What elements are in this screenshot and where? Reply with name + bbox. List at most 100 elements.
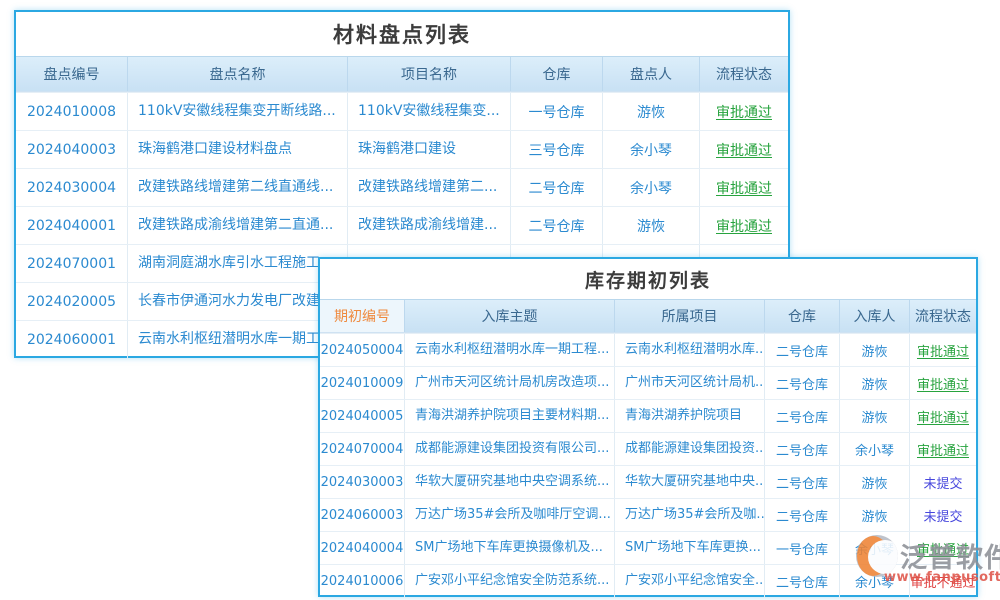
cell-inbound-subject[interactable]: 青海洪湖养护院项目主要材料期... bbox=[404, 400, 614, 432]
cell-warehouse: 二号仓库 bbox=[510, 169, 602, 206]
material-inventory-title: 材料盘点列表 bbox=[16, 12, 788, 56]
column-header-opening-id: 期初编号 bbox=[320, 300, 404, 332]
cell-inventory-id[interactable]: 2024040001 bbox=[16, 207, 127, 244]
cell-owning-project[interactable]: 广安邓小平纪念馆安全... bbox=[614, 565, 764, 597]
cell-owning-project[interactable]: 广州市天河区统计局机... bbox=[614, 367, 764, 399]
cell-opening-id[interactable]: 2024040004 bbox=[320, 532, 404, 564]
table-row[interactable]: 2024050004 云南水利枢纽潜明水库一期工程... 云南水利枢纽潜明水库.… bbox=[320, 333, 976, 366]
column-header-inbound-subject: 入库主题 bbox=[404, 300, 614, 332]
cell-inventory-person: 游恢 bbox=[602, 207, 699, 244]
cell-project-name[interactable]: 改建铁路成渝线增建... bbox=[347, 207, 510, 244]
column-header-flow-status: 流程状态 bbox=[699, 57, 788, 91]
cell-inventory-id[interactable]: 2024060001 bbox=[16, 321, 127, 358]
cell-inventory-name[interactable]: 110kV安徽线程集变开断线路... bbox=[127, 93, 347, 130]
cell-inventory-id[interactable]: 2024020005 bbox=[16, 283, 127, 320]
cell-inventory-id[interactable]: 2024010008 bbox=[16, 93, 127, 130]
cell-flow-status[interactable]: 审批通过 bbox=[699, 131, 788, 168]
cell-project-name[interactable]: 110kV安徽线程集变... bbox=[347, 93, 510, 130]
cell-opening-id[interactable]: 2024050004 bbox=[320, 334, 404, 366]
cell-inbound-person: 游恢 bbox=[839, 466, 909, 498]
column-header-project-name: 项目名称 bbox=[347, 57, 510, 91]
cell-flow-status[interactable]: 未提交 bbox=[909, 499, 976, 531]
cell-inbound-subject[interactable]: 广安邓小平纪念馆安全防范系统... bbox=[404, 565, 614, 597]
stock-opening-header-row: 期初编号 入库主题 所属项目 仓库 入库人 流程状态 bbox=[320, 299, 976, 333]
cell-owning-project[interactable]: SM广场地下车库更换... bbox=[614, 532, 764, 564]
cell-inventory-id[interactable]: 2024030004 bbox=[16, 169, 127, 206]
cell-inventory-name[interactable]: 改建铁路成渝线增建第二直通... bbox=[127, 207, 347, 244]
cell-owning-project[interactable]: 云南水利枢纽潜明水库... bbox=[614, 334, 764, 366]
column-header-warehouse: 仓库 bbox=[764, 300, 839, 332]
cell-project-name[interactable]: 改建铁路线增建第二... bbox=[347, 169, 510, 206]
stock-opening-title: 库存期初列表 bbox=[320, 259, 976, 299]
cell-inbound-subject[interactable]: 华软大厦研究基地中央空调系统... bbox=[404, 466, 614, 498]
table-row[interactable]: 2024060003 万达广场35#会所及咖啡厅空调... 万达广场35#会所及… bbox=[320, 498, 976, 531]
table-row[interactable]: 2024040003 珠海鹤港口建设材料盘点 珠海鹤港口建设 三号仓库 余小琴 … bbox=[16, 130, 788, 168]
column-header-warehouse: 仓库 bbox=[510, 57, 602, 91]
cell-warehouse: 二号仓库 bbox=[510, 207, 602, 244]
cell-inbound-subject[interactable]: 广州市天河区统计局机房改造项... bbox=[404, 367, 614, 399]
cell-warehouse: 二号仓库 bbox=[764, 433, 839, 465]
cell-flow-status[interactable]: 审批通过 bbox=[909, 433, 976, 465]
cell-inventory-name[interactable]: 珠海鹤港口建设材料盘点 bbox=[127, 131, 347, 168]
column-header-inbound-person: 入库人 bbox=[839, 300, 909, 332]
cell-inbound-subject[interactable]: SM广场地下车库更换摄像机及... bbox=[404, 532, 614, 564]
cell-inventory-id[interactable]: 2024040003 bbox=[16, 131, 127, 168]
cell-owning-project[interactable]: 青海洪湖养护院项目 bbox=[614, 400, 764, 432]
cell-inventory-person: 余小琴 bbox=[602, 169, 699, 206]
cell-opening-id[interactable]: 2024010006 bbox=[320, 565, 404, 597]
table-row[interactable]: 2024040005 青海洪湖养护院项目主要材料期... 青海洪湖养护院项目 二… bbox=[320, 399, 976, 432]
cell-inventory-name[interactable]: 湖南洞庭湖水库引水工程施工... bbox=[127, 245, 347, 282]
cell-inventory-id[interactable]: 2024070001 bbox=[16, 245, 127, 282]
cell-opening-id[interactable]: 2024060003 bbox=[320, 499, 404, 531]
cell-flow-status[interactable]: 未提交 bbox=[909, 466, 976, 498]
table-row[interactable]: 2024010009 广州市天河区统计局机房改造项... 广州市天河区统计局机.… bbox=[320, 366, 976, 399]
cell-inbound-person: 游恢 bbox=[839, 499, 909, 531]
cell-warehouse: 二号仓库 bbox=[764, 565, 839, 597]
cell-inventory-person: 游恢 bbox=[602, 93, 699, 130]
fanpu-watermark: 泛普软件 www.fanpusoft.com bbox=[856, 532, 1000, 594]
cell-flow-status[interactable]: 审批通过 bbox=[909, 367, 976, 399]
cell-flow-status[interactable]: 审批通过 bbox=[699, 207, 788, 244]
cell-inbound-person: 游恢 bbox=[839, 367, 909, 399]
cell-warehouse: 二号仓库 bbox=[764, 367, 839, 399]
cell-flow-status[interactable]: 审批通过 bbox=[909, 334, 976, 366]
cell-inbound-person: 游恢 bbox=[839, 334, 909, 366]
cell-project-name[interactable]: 珠海鹤港口建设 bbox=[347, 131, 510, 168]
watermark-url-text: www.fanpusoft.com bbox=[884, 570, 1000, 585]
column-header-owning-project: 所属项目 bbox=[614, 300, 764, 332]
cell-warehouse: 二号仓库 bbox=[764, 466, 839, 498]
cell-opening-id[interactable]: 2024040005 bbox=[320, 400, 404, 432]
cell-inbound-subject[interactable]: 万达广场35#会所及咖啡厅空调... bbox=[404, 499, 614, 531]
cell-warehouse: 三号仓库 bbox=[510, 131, 602, 168]
page-canvas: 材料盘点列表 盘点编号 盘点名称 项目名称 仓库 盘点人 流程状态 202401… bbox=[0, 0, 1000, 600]
cell-flow-status[interactable]: 审批通过 bbox=[909, 400, 976, 432]
column-header-inventory-person: 盘点人 bbox=[602, 57, 699, 91]
table-row[interactable]: 2024030004 改建铁路线增建第二线直通线... 改建铁路线增建第二...… bbox=[16, 168, 788, 206]
table-row[interactable]: 2024040001 改建铁路成渝线增建第二直通... 改建铁路成渝线增建...… bbox=[16, 206, 788, 244]
cell-inventory-name[interactable]: 云南水利枢纽潜明水库一期工... bbox=[127, 321, 347, 358]
cell-flow-status[interactable]: 审批通过 bbox=[699, 169, 788, 206]
cell-inbound-subject[interactable]: 成都能源建设集团投资有限公司... bbox=[404, 433, 614, 465]
cell-warehouse: 一号仓库 bbox=[510, 93, 602, 130]
table-row[interactable]: 2024010008 110kV安徽线程集变开断线路... 110kV安徽线程集… bbox=[16, 92, 788, 130]
cell-opening-id[interactable]: 2024030003 bbox=[320, 466, 404, 498]
table-row[interactable]: 2024070004 成都能源建设集团投资有限公司... 成都能源建设集团投资.… bbox=[320, 432, 976, 465]
cell-opening-id[interactable]: 2024010009 bbox=[320, 367, 404, 399]
cell-warehouse: 一号仓库 bbox=[764, 532, 839, 564]
cell-warehouse: 二号仓库 bbox=[764, 334, 839, 366]
cell-inventory-name[interactable]: 长春市伊通河水力发电厂改建... bbox=[127, 283, 347, 320]
cell-owning-project[interactable]: 万达广场35#会所及咖... bbox=[614, 499, 764, 531]
cell-flow-status[interactable]: 审批通过 bbox=[699, 93, 788, 130]
cell-opening-id[interactable]: 2024070004 bbox=[320, 433, 404, 465]
table-row[interactable]: 2024030003 华软大厦研究基地中央空调系统... 华软大厦研究基地中央.… bbox=[320, 465, 976, 498]
cell-inventory-person: 余小琴 bbox=[602, 131, 699, 168]
cell-owning-project[interactable]: 成都能源建设集团投资... bbox=[614, 433, 764, 465]
material-inventory-header-row: 盘点编号 盘点名称 项目名称 仓库 盘点人 流程状态 bbox=[16, 56, 788, 92]
column-header-inventory-id: 盘点编号 bbox=[16, 57, 127, 91]
cell-inbound-person: 游恢 bbox=[839, 400, 909, 432]
cell-warehouse: 二号仓库 bbox=[764, 400, 839, 432]
cell-inbound-person: 余小琴 bbox=[839, 433, 909, 465]
cell-owning-project[interactable]: 华软大厦研究基地中央... bbox=[614, 466, 764, 498]
cell-inbound-subject[interactable]: 云南水利枢纽潜明水库一期工程... bbox=[404, 334, 614, 366]
cell-inventory-name[interactable]: 改建铁路线增建第二线直通线... bbox=[127, 169, 347, 206]
